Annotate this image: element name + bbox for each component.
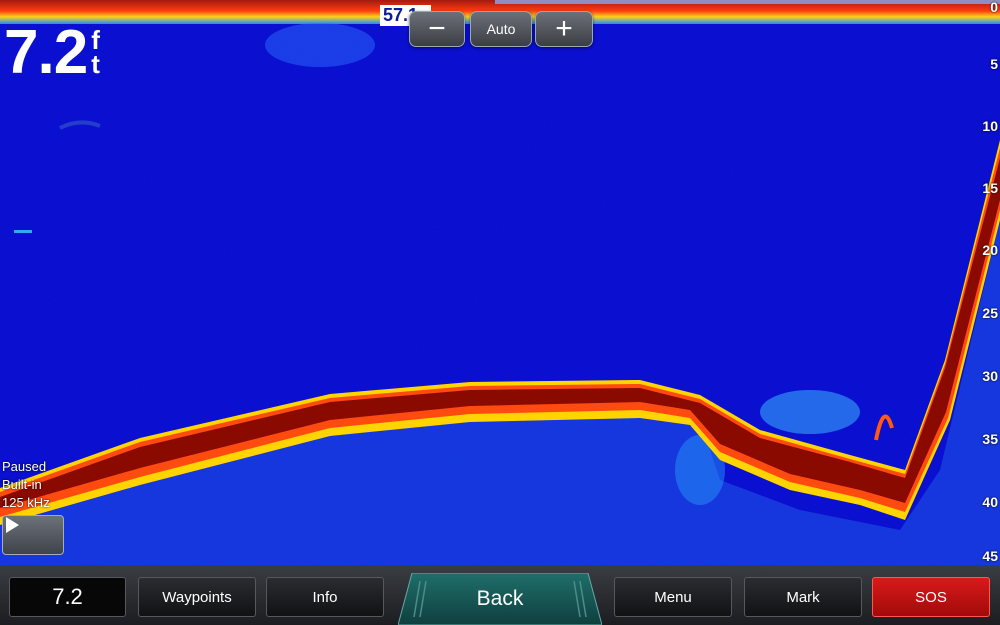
back-label: Back xyxy=(476,587,524,610)
menu-button[interactable]: Menu xyxy=(614,577,732,617)
play-icon xyxy=(6,517,19,533)
sos-button[interactable]: SOS xyxy=(872,577,990,617)
back-button[interactable]: Back xyxy=(397,572,603,625)
fish-cloud xyxy=(760,390,860,434)
depth-unit: f t xyxy=(91,27,100,79)
plus-icon: + xyxy=(555,12,573,45)
depth-scale-label: 40 xyxy=(982,494,998,510)
mark-button[interactable]: Mark xyxy=(744,577,862,617)
depth-readout: 7.2 f t xyxy=(4,22,100,84)
zoom-mode-label: Auto xyxy=(486,21,516,37)
play-button[interactable] xyxy=(2,515,64,555)
depth-scale-label: 30 xyxy=(982,368,998,384)
status-transducer: Built-in xyxy=(2,477,42,492)
status-frequency: 125 kHz xyxy=(2,495,50,510)
depth-scale-label: 45 xyxy=(982,548,998,564)
depth-scale-label: 25 xyxy=(982,305,998,321)
depth-scale-label: 35 xyxy=(982,431,998,447)
sonar-echo-image xyxy=(0,0,1000,565)
waypoints-button[interactable]: Waypoints xyxy=(138,577,256,617)
depth-value: 7.2 xyxy=(4,18,88,87)
info-button[interactable]: Info xyxy=(266,577,384,617)
depth-scale-label: 10 xyxy=(982,118,998,134)
sonar-status: Paused Built-in 125 kHz xyxy=(2,458,50,512)
sonar-screen: 0 5 10 15 20 25 30 35 40 45 7.2 f t 57.1… xyxy=(0,0,1000,625)
depth-scale-label: 5 xyxy=(990,56,998,72)
depth-unit-bottom: t xyxy=(91,49,100,79)
minus-icon: − xyxy=(428,12,446,45)
status-state: Paused xyxy=(2,459,47,474)
depth-data-box[interactable]: 7.2 xyxy=(9,577,126,617)
depth-scale-label: 0 xyxy=(990,0,998,15)
sonar-view[interactable]: 0 5 10 15 20 25 30 35 40 45 7.2 f t 57.1… xyxy=(0,0,1000,565)
zoom-auto-button[interactable]: Auto xyxy=(470,11,532,47)
zoom-in-button[interactable]: + xyxy=(535,11,593,47)
zoom-out-button[interactable]: − xyxy=(409,11,465,47)
depth-scale-label: 20 xyxy=(982,242,998,258)
depth-scale-label: 15 xyxy=(982,180,998,196)
